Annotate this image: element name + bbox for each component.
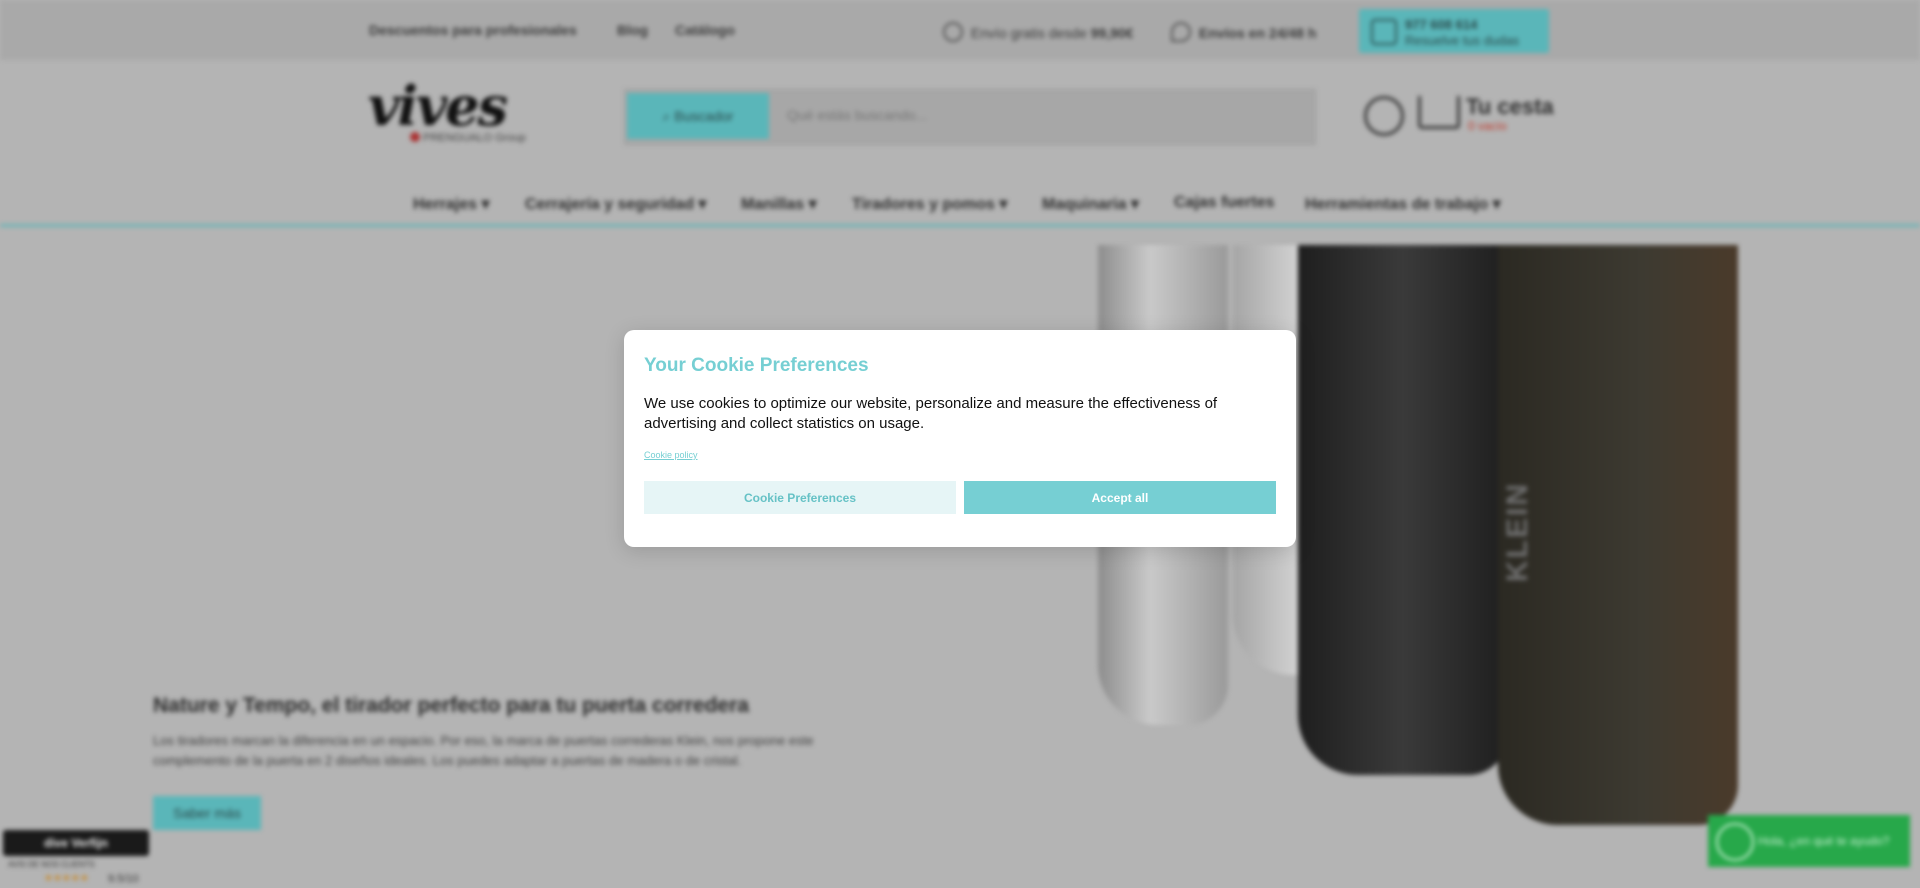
nav-label: Cajas fuertes	[1174, 194, 1275, 211]
search-button[interactable]: ⌕ Buscador	[627, 93, 769, 139]
nav-item-herramientas[interactable]: Herramientas de trabajo ▾	[1305, 194, 1501, 214]
chevron-down-icon: ▾	[1130, 196, 1139, 213]
free-shipping-info: Envío gratis desde 99,90€	[943, 22, 1134, 42]
nav-item-cajas-fuertes[interactable]: Cajas fuertes	[1174, 194, 1275, 212]
user-account-icon[interactable]	[1364, 96, 1404, 136]
site-logo[interactable]: vives PRENGUALO Group	[368, 74, 543, 150]
nav-label: Cerrajería y seguridad	[525, 196, 694, 213]
location-icon	[1171, 22, 1191, 42]
nav-item-cerrajeria[interactable]: Cerrajería y seguridad ▾	[525, 194, 706, 214]
hero-text: Los tiradores marcan la diferencia en un…	[153, 733, 814, 768]
trust-badge[interactable]: dive Verfijn	[3, 830, 149, 856]
phone-icon	[1371, 19, 1397, 45]
search-bar: ⌕ Buscador	[624, 89, 1316, 145]
cart-icon[interactable]	[1418, 96, 1460, 129]
chevron-down-icon: ▾	[808, 196, 817, 213]
shipping-time-text: Envíos en 24/48 h	[1198, 25, 1317, 41]
topbar-link-blog[interactable]: Blog	[617, 22, 648, 38]
cookie-modal-title: Your Cookie Preferences	[644, 355, 869, 376]
handle-black	[1298, 245, 1508, 775]
product-brand-label: KLEIN	[1501, 482, 1534, 582]
topbar-link-discounts[interactable]: Descuentos para profesionales	[369, 22, 577, 38]
phone-contact-button[interactable]: 977 608 614 Resuelve tus dudas	[1359, 9, 1549, 53]
trust-badge-subtitle: AVIS DE NOS CLIENTS	[8, 860, 95, 869]
chevron-down-icon: ▾	[999, 196, 1008, 213]
whatsapp-chat-button[interactable]: Hola, ¿en qué te ayudo?	[1708, 815, 1910, 867]
nav-item-maquinaria[interactable]: Maquinaria ▾	[1042, 194, 1139, 214]
hero-cta-button[interactable]: Saber más	[153, 796, 261, 830]
search-button-label: Buscador	[674, 108, 734, 124]
accept-all-button[interactable]: Accept all	[964, 481, 1276, 514]
nav-item-herrajes[interactable]: Herrajes ▾	[413, 194, 490, 214]
topbar-link-catalog[interactable]: Catálogo	[675, 22, 735, 38]
cookie-preferences-button[interactable]: Cookie Preferences	[644, 481, 956, 514]
shipping-time-info: Envíos en 24/48 h	[1171, 22, 1316, 42]
logo-wordmark: vives	[368, 74, 508, 138]
logo-group: PRENGUALO Group	[410, 132, 526, 144]
chevron-down-icon: ▾	[1492, 196, 1501, 213]
nav-label: Tiradores y pomos	[852, 196, 995, 213]
main-nav: Herrajes ▾ Cerrajería y seguridad ▾ Mani…	[0, 186, 1920, 226]
chevron-down-icon: ▾	[481, 196, 490, 213]
nav-label: Herrajes	[413, 196, 478, 213]
top-bar: Descuentos para profesionales Blog Catál…	[0, 0, 1920, 60]
cart-status: 0 vacío	[1468, 119, 1507, 133]
nav-item-tiradores[interactable]: Tiradores y pomos ▾	[852, 194, 1007, 214]
nav-divider	[0, 224, 1920, 227]
free-shipping-amount: 99,90€	[1090, 25, 1134, 41]
rating-stars-icon: ★★★★★	[44, 873, 89, 884]
group-dot-icon	[410, 132, 420, 142]
nav-label: Manillas	[741, 196, 805, 213]
cookie-policy-link[interactable]: Cookie policy	[644, 450, 698, 460]
nav-label: Herramientas de trabajo	[1305, 196, 1489, 213]
search-icon: ⌕	[662, 108, 675, 124]
phone-cta: Resuelve tus dudas	[1405, 33, 1520, 48]
logo-group-text: PRENGUALO Group	[423, 132, 526, 144]
chevron-down-icon: ▾	[698, 196, 707, 213]
nav-label: Maquinaria	[1042, 196, 1127, 213]
search-input[interactable]	[785, 106, 1289, 124]
whatsapp-text: Hola, ¿en qué te ayudo?	[1758, 834, 1890, 848]
hero-title: Nature y Tempo, el tirador perfecto para…	[153, 694, 749, 717]
phone-number: 977 608 614	[1405, 17, 1478, 32]
whatsapp-icon	[1716, 823, 1754, 861]
free-shipping-text: Envío gratis desde	[970, 25, 1087, 41]
shipping-icon	[943, 22, 963, 42]
trust-badge-score: 9.5/10	[108, 873, 139, 885]
cart-title[interactable]: Tu cesta	[1466, 94, 1554, 120]
cookie-modal: Your Cookie Preferences We use cookies t…	[624, 330, 1296, 547]
nav-item-manillas[interactable]: Manillas ▾	[741, 194, 817, 214]
cookie-modal-text: We use cookies to optimize our website, …	[644, 395, 1218, 432]
